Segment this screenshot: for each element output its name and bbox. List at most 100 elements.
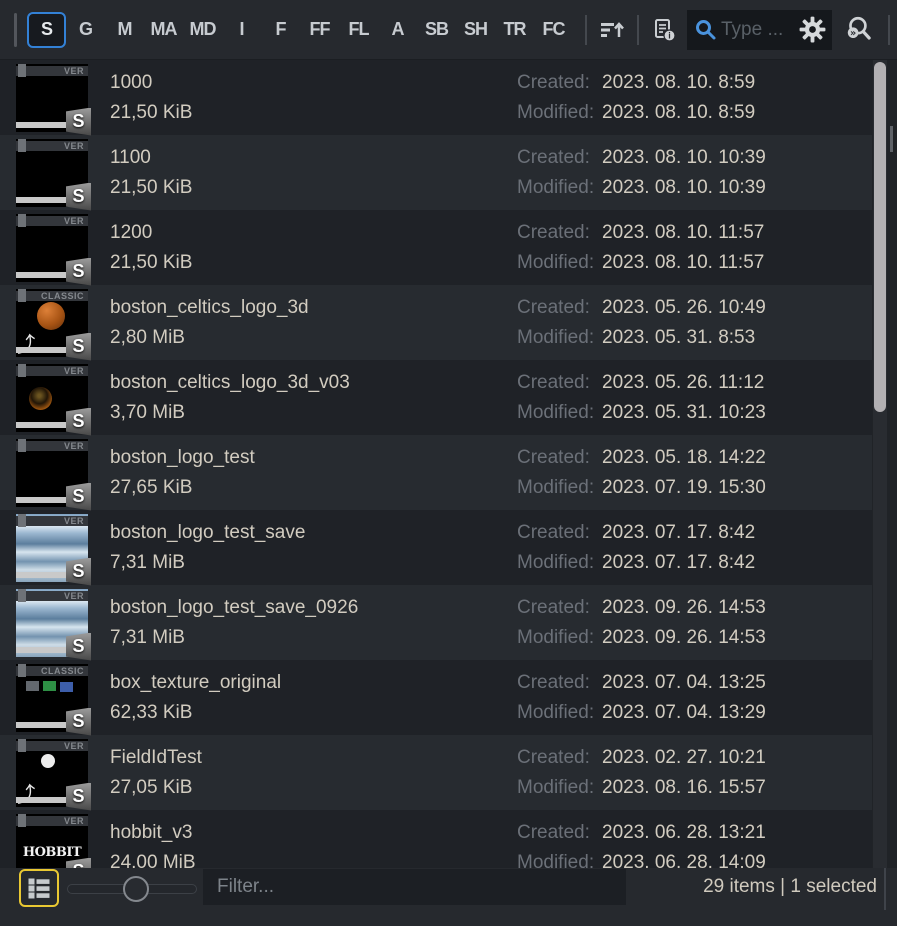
tab-f[interactable]: F [261, 12, 300, 48]
search-input[interactable] [719, 19, 799, 41]
created-value: 2023. 05. 26. 10:49 [602, 298, 766, 318]
modified-value: 2023. 05. 31. 8:53 [602, 328, 755, 348]
scrollbar-thumb[interactable] [874, 62, 886, 412]
thumbnail-bar [16, 272, 68, 278]
asset-row[interactable]: CLASSICSbox_texture_original62,33 KiBCre… [0, 660, 872, 735]
asset-row[interactable]: VERS100021,50 KiBCreated:2023. 08. 10. 8… [0, 60, 872, 135]
toolbar-grip-handle[interactable] [14, 13, 17, 47]
thumbnail-tab [18, 589, 26, 602]
sort-order-button[interactable] [595, 9, 629, 51]
s-ribbon-badge: S [66, 408, 91, 436]
tab-fc[interactable]: FC [534, 12, 573, 48]
asset-row[interactable]: VERSboston_logo_test_save7,31 MiBCreated… [0, 510, 872, 585]
file-info-button[interactable]: i [647, 9, 681, 51]
modified-value: 2023. 07. 17. 8:42 [602, 553, 755, 573]
asset-browser-window: SGMMAMDIFFFFLASBSHTRFC i [0, 0, 897, 926]
search-options-gear-icon[interactable] [799, 16, 826, 43]
thumbnail-tab [18, 214, 26, 227]
asset-name: boston_logo_test [110, 448, 517, 468]
asset-row[interactable]: VERS110021,50 KiBCreated:2023. 08. 10. 1… [0, 135, 872, 210]
asset-name: boston_celtics_logo_3d_v03 [110, 373, 517, 393]
created-line: Created:2023. 07. 04. 13:25 [517, 673, 766, 693]
tab-m[interactable]: M [105, 12, 144, 48]
asset-dates: Created:2023. 07. 17. 8:42Modified:2023.… [517, 523, 755, 573]
thumbnail-header-strip: VER [16, 591, 88, 601]
tab-ff[interactable]: FF [300, 12, 339, 48]
asset-thumbnail: CLASSICS [16, 664, 88, 732]
asset-info: boston_logo_test27,65 KiB [110, 448, 517, 498]
asset-thumbnail: VERS [16, 139, 88, 207]
tab-g[interactable]: G [66, 12, 105, 48]
tab-fl[interactable]: FL [339, 12, 378, 48]
tab-tr[interactable]: TR [495, 12, 534, 48]
modified-value: 2023. 06. 28. 14:09 [602, 853, 766, 869]
asset-thumbnail: VERS [16, 214, 88, 282]
s-ribbon-badge: S [66, 483, 91, 511]
thumbnail-bar [16, 722, 68, 728]
asset-thumbnail: VERS [16, 439, 88, 507]
modified-value: 2023. 07. 19. 15:30 [602, 478, 766, 498]
modified-label: Modified: [517, 103, 602, 123]
modified-line: Modified:2023. 06. 28. 14:09 [517, 853, 766, 869]
modified-label: Modified: [517, 703, 602, 723]
asset-size: 21,50 KiB [110, 178, 517, 198]
thumbnail-header-strip: VER [16, 741, 88, 751]
asset-row[interactable]: CLASSIC⤴Sboston_celtics_logo_3d2,80 MiBC… [0, 285, 872, 360]
list-view-toggle-button[interactable] [19, 869, 59, 907]
asset-thumbnail: VER⤴S [16, 739, 88, 807]
filter-input[interactable] [203, 869, 626, 905]
thumbnail-bar [16, 497, 68, 503]
thumbnail-tab [18, 664, 26, 677]
asset-row[interactable]: VERSboston_logo_test27,65 KiBCreated:202… [0, 435, 872, 510]
tab-ma[interactable]: MA [144, 12, 183, 48]
modified-label: Modified: [517, 403, 602, 423]
created-value: 2023. 08. 10. 10:39 [602, 148, 766, 168]
slider-thumb[interactable] [123, 876, 149, 902]
thumbnail-header-strip: VER [16, 66, 88, 76]
asset-dates: Created:2023. 08. 10. 8:59Modified:2023.… [517, 73, 755, 123]
thumbnail-header-strip: VER [16, 441, 88, 451]
asset-row[interactable]: VERSboston_celtics_logo_3d_v033,70 MiBCr… [0, 360, 872, 435]
outer-scrollbar-thumb[interactable] [890, 126, 893, 152]
tab-i[interactable]: I [222, 12, 261, 48]
thumbnail-bar [16, 572, 68, 578]
asset-dates: Created:2023. 05. 26. 11:12Modified:2023… [517, 373, 766, 423]
thumbnail-tab [18, 364, 26, 377]
s-ribbon-badge: S [66, 333, 91, 361]
asset-row[interactable]: VER⤴SFieldIdTest27,05 KiBCreated:2023. 0… [0, 735, 872, 810]
created-value: 2023. 05. 18. 14:22 [602, 448, 766, 468]
advanced-search-icon: » [843, 14, 875, 46]
advanced-search-button[interactable]: » [842, 9, 876, 51]
tab-sb[interactable]: SB [417, 12, 456, 48]
toolbar: SGMMAMDIFFFFLASBSHTRFC i [0, 0, 897, 60]
modified-line: Modified:2023. 08. 16. 15:57 [517, 778, 766, 798]
thumbnail-size-slider[interactable] [67, 877, 197, 901]
tab-md[interactable]: MD [183, 12, 222, 48]
created-line: Created:2023. 05. 18. 14:22 [517, 448, 766, 468]
modified-label: Modified: [517, 328, 602, 348]
created-label: Created: [517, 748, 602, 768]
created-line: Created:2023. 07. 17. 8:42 [517, 523, 755, 543]
modified-line: Modified:2023. 07. 19. 15:30 [517, 478, 766, 498]
thumbnail-header-strip: CLASSIC [16, 291, 88, 301]
modified-value: 2023. 08. 16. 15:57 [602, 778, 766, 798]
created-line: Created:2023. 08. 10. 11:57 [517, 223, 764, 243]
asset-info: boston_celtics_logo_3d2,80 MiB [110, 298, 517, 348]
asset-row[interactable]: VERHOBBITShobbit_v324,00 MiBCreated:2023… [0, 810, 872, 868]
thumbnail-bar [16, 422, 68, 428]
thumbnail-bar [16, 347, 68, 353]
tab-sh[interactable]: SH [456, 12, 495, 48]
asset-row[interactable]: VERS120021,50 KiBCreated:2023. 08. 10. 1… [0, 210, 872, 285]
asset-dates: Created:2023. 06. 28. 13:21Modified:2023… [517, 823, 766, 869]
asset-row[interactable]: VERSboston_logo_test_save_09267,31 MiBCr… [0, 585, 872, 660]
tab-a[interactable]: A [378, 12, 417, 48]
asset-size: 24,00 MiB [110, 853, 517, 869]
asset-dates: Created:2023. 08. 10. 10:39Modified:2023… [517, 148, 766, 198]
thumbnail-logo-text: HOBBIT [16, 845, 88, 860]
thumbnail-bar [16, 197, 68, 203]
asset-size: 21,50 KiB [110, 253, 517, 273]
tab-s[interactable]: S [27, 12, 66, 48]
thumbnail-header-strip: VER [16, 516, 88, 526]
modified-value: 2023. 07. 04. 13:29 [602, 703, 766, 723]
asset-name: boston_logo_test_save_0926 [110, 598, 517, 618]
